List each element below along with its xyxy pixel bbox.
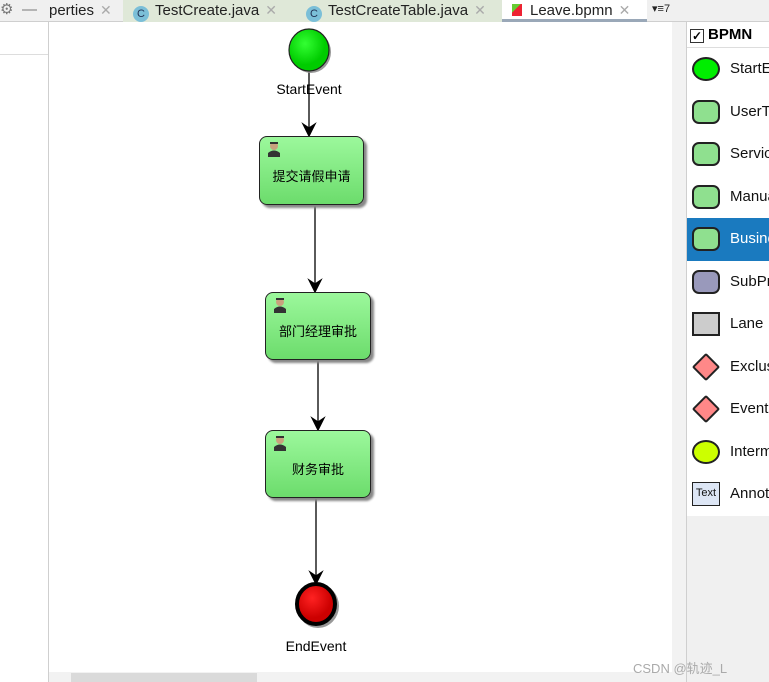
palette-event-gateway[interactable]: EventGateway <box>687 388 769 431</box>
left-panel <box>0 22 49 682</box>
tab-leave-bpmn[interactable]: Leave.bpmn ✕ <box>502 0 647 22</box>
palette-annotation[interactable]: Text Annotation <box>687 473 769 516</box>
tab-label: Leave.bpmn <box>530 2 613 19</box>
palette-title: BPMN <box>708 26 753 43</box>
task-label: 财务审批 <box>291 463 344 478</box>
subprocess-icon <box>692 269 720 294</box>
palette-label: ManualTask <box>730 187 769 205</box>
palette-service-task[interactable]: ServiceTask <box>687 133 769 176</box>
palette-label: StartEvent <box>730 60 769 77</box>
palette-label: Annotation <box>730 485 769 502</box>
palette-user-task[interactable]: UserTask <box>687 90 769 133</box>
palette-start-event[interactable]: StartEvent <box>687 48 769 91</box>
user-task-icon <box>692 99 720 124</box>
end-event[interactable] <box>295 582 337 626</box>
tab-testcreate[interactable]: C TestCreate.java ✕ <box>123 0 298 22</box>
editor-tab-bar: ⚙ — perties ✕ C TestCreate.java ✕ C TestCrea… <box>0 0 769 22</box>
palette-header[interactable]: ✓ BPMN <box>687 22 769 48</box>
close-icon[interactable]: ✕ <box>474 2 486 18</box>
minimize-icon[interactable]: — <box>22 0 37 22</box>
diagram-canvas[interactable]: StartEvent EndEvent 提交请假申请 部门经理审批 财务审批 <box>49 22 672 672</box>
vertical-scrollbar[interactable] <box>672 22 686 672</box>
tab-overflow-button[interactable]: ▾≡7 <box>652 0 670 22</box>
business-rule-icon <box>692 227 720 251</box>
tab-testcreatetable[interactable]: C TestCreateTable.java ✕ <box>298 0 502 22</box>
user-icon <box>268 142 280 157</box>
user-task[interactable]: 部门经理审批 <box>265 292 371 360</box>
palette-exclusive-gateway[interactable]: ExclusiveGateway <box>687 345 769 388</box>
bpmn-palette: ✓ BPMN StartEvent UserTask ServiceTask Ma… <box>686 22 769 682</box>
palette-label: IntermediateEvent <box>730 442 769 460</box>
tab-properties[interactable]: perties ✕ <box>49 0 121 22</box>
start-event[interactable] <box>288 28 330 72</box>
palette-subprocess[interactable]: SubProcess <box>687 260 769 303</box>
tab-label: TestCreate.java <box>155 2 260 19</box>
palette-label: ServiceTask <box>730 145 769 162</box>
palette-manual-task[interactable]: ManualTask <box>687 175 769 218</box>
intermediate-event-icon <box>692 439 720 464</box>
java-class-icon: C <box>306 6 322 22</box>
checkbox-icon[interactable]: ✓ <box>690 29 704 43</box>
tab-label: TestCreateTable.java <box>328 2 469 19</box>
close-icon[interactable]: ✕ <box>100 2 112 18</box>
close-icon[interactable]: ✕ <box>265 2 277 18</box>
service-task-icon <box>692 142 720 166</box>
palette-label: EventGateway <box>730 400 769 417</box>
palette-label: BusinessRuleTask <box>730 230 769 247</box>
task-label: 提交请假申请 <box>272 169 351 185</box>
palette-lane[interactable]: Lane <box>687 303 769 346</box>
start-event-label: StartEvent <box>276 81 342 97</box>
palette-label: ExclusiveGateway <box>730 357 769 375</box>
palette-label: UserTask <box>730 102 769 120</box>
lane-icon <box>692 312 720 336</box>
user-task[interactable]: 提交请假申请 <box>259 136 364 205</box>
annotation-icon: Text <box>692 482 720 506</box>
palette-label: SubProcess <box>730 272 769 290</box>
close-icon[interactable]: ✕ <box>619 2 631 18</box>
exclusive-gateway-icon <box>691 352 721 381</box>
user-icon <box>274 298 286 313</box>
user-icon <box>274 436 286 451</box>
horizontal-scrollbar[interactable] <box>49 672 686 682</box>
tab-label: perties <box>49 2 95 19</box>
scroll-thumb[interactable] <box>71 673 257 682</box>
gear-icon[interactable]: ⚙ <box>0 0 13 22</box>
start-event-icon <box>692 57 720 81</box>
end-event-label: EndEvent <box>285 638 347 654</box>
task-label: 部门经理审批 <box>278 325 357 340</box>
palette-intermediate-event[interactable]: IntermediateEvent <box>687 430 769 473</box>
watermark: CSDN @轨迹_L <box>633 661 728 676</box>
bpmn-file-icon <box>512 4 522 16</box>
event-gateway-icon <box>691 394 721 424</box>
palette-label: Lane <box>730 315 764 332</box>
java-class-icon: C <box>133 6 149 22</box>
user-task[interactable]: 财务审批 <box>265 430 371 498</box>
manual-task-icon <box>692 184 720 209</box>
palette-business-rule-task[interactable]: BusinessRuleTask <box>687 218 769 261</box>
